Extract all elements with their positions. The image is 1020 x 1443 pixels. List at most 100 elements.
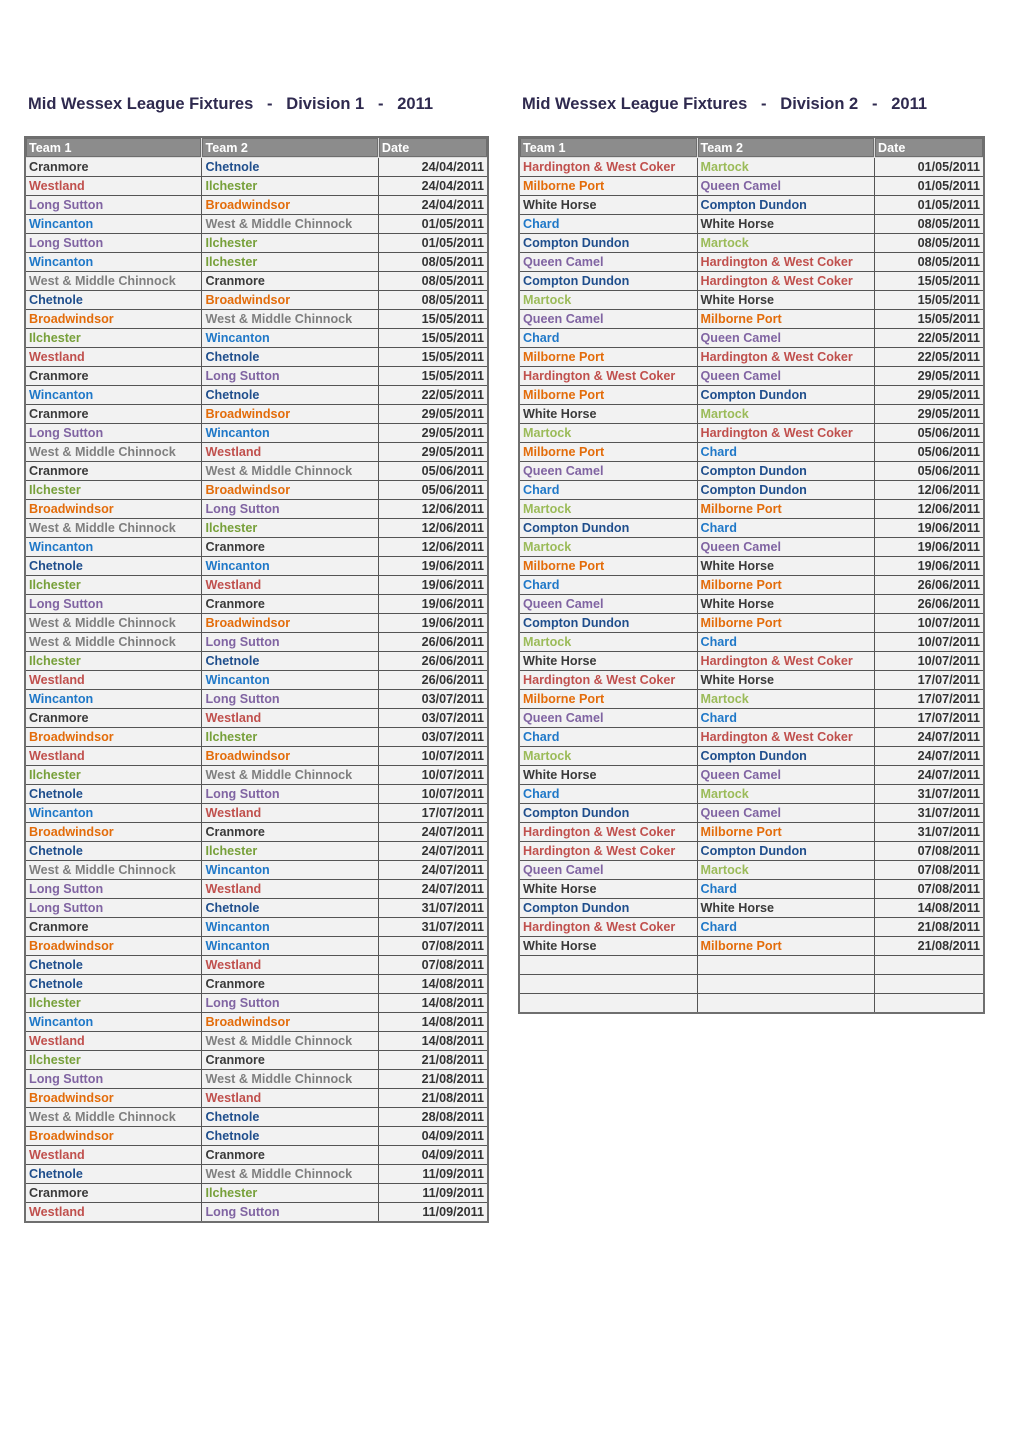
team-2-cell: Broadwindsor [201,480,379,500]
fixture-row: Compton Dundon White Horse 14/08/2011 [518,898,985,918]
team-1-cell: Milborne Port [518,176,698,196]
date-cell: 01/05/2011 [377,214,489,234]
date-cell: 24/07/2011 [377,860,489,880]
team-1-cell: Broadwindsor [24,727,203,747]
team-2-cell: Broadwindsor [201,613,379,633]
team-1-cell [518,993,698,1014]
team-1-cell: Chetnole [24,841,203,861]
fixture-row: West & Middle Chinnock Cranmore 08/05/2011 [24,271,489,291]
fixture-row: Ilchester Chetnole 26/06/2011 [24,651,489,671]
date-cell: 14/08/2011 [377,974,489,994]
team-2-cell: Cranmore [201,1050,379,1070]
team-1-cell [518,955,698,975]
team-1-cell: Queen Camel [518,860,698,880]
team-2-cell: Long Sutton [201,366,379,386]
date-cell: 29/05/2011 [874,404,985,424]
date-cell: 08/05/2011 [874,214,985,234]
date-cell: 03/07/2011 [377,708,489,728]
fixture-row: Chetnole Wincanton 19/06/2011 [24,556,489,576]
date-cell: 05/06/2011 [874,442,985,462]
team-1-cell: Chard [518,480,698,500]
team-2-cell: Wincanton [201,328,379,348]
team-2-cell: Hardington & West Coker [696,271,876,291]
team-1-cell: Compton Dundon [518,271,698,291]
date-cell [874,955,985,975]
fixture-row: Compton Dundon Martock 08/05/2011 [518,233,985,253]
fixture-row: Chetnole Cranmore 14/08/2011 [24,974,489,994]
fixture-row: Westland West & Middle Chinnock 14/08/2011 [24,1031,489,1051]
fixture-row: Long Sutton West & Middle Chinnock 21/08/2… [24,1069,489,1089]
date-cell: 26/06/2011 [874,575,985,595]
team-1-cell: Hardington & West Coker [518,157,698,177]
team-1-cell: Broadwindsor [24,822,203,842]
team-2-cell: Milborne Port [696,613,876,633]
team-1-cell: Hardington & West Coker [518,841,698,861]
team-1-cell: Cranmore [24,157,203,177]
team-1-cell: Milborne Port [518,689,698,709]
date-cell: 10/07/2011 [874,651,985,671]
fixture-row: Martock Compton Dundon 24/07/2011 [518,746,985,766]
fixture-row: Ilchester Broadwindsor 05/06/2011 [24,480,489,500]
team-1-cell: Wincanton [24,214,203,234]
date-cell: 19/06/2011 [874,537,985,557]
team-2-cell: Milborne Port [696,936,876,956]
fixture-row: Long Sutton Cranmore 19/06/2011 [24,594,489,614]
fixture-row: Chard White Horse 08/05/2011 [518,214,985,234]
fixture-row: Martock Milborne Port 12/06/2011 [518,499,985,519]
fixture-row: Wincanton West & Middle Chinnock 01/05/201… [24,214,489,234]
team-2-cell: Queen Camel [696,366,876,386]
team-1-cell: Ilchester [24,480,203,500]
date-cell: 07/08/2011 [377,936,489,956]
team-2-cell: Queen Camel [696,537,876,557]
fixture-row: Wincanton Cranmore 12/06/2011 [24,537,489,557]
date-cell: 26/06/2011 [377,670,489,690]
fixture-row: Westland Wincanton 26/06/2011 [24,670,489,690]
date-cell: 26/06/2011 [377,651,489,671]
team-1-cell: Hardington & West Coker [518,822,698,842]
fixture-row: Wincanton Chetnole 22/05/2011 [24,385,489,405]
team-2-cell: Wincanton [201,860,379,880]
team-1-cell: West & Middle Chinnock [24,632,203,652]
date-cell: 31/07/2011 [874,803,985,823]
date-cell: 17/07/2011 [377,803,489,823]
date-cell: 22/05/2011 [874,328,985,348]
team-1-cell: Long Sutton [24,879,203,899]
date-cell: 11/09/2011 [377,1183,489,1203]
division-2-table-body: Hardington & West Coker Martock 01/05/2011… [518,157,985,1014]
fixture-row: Long Sutton Westland 24/07/2011 [24,879,489,899]
date-cell: 12/06/2011 [874,480,985,500]
date-cell: 21/08/2011 [377,1050,489,1070]
fixture-row: Wincanton Westland 17/07/2011 [24,803,489,823]
date-cell: 21/08/2011 [377,1069,489,1089]
team-2-cell: Chard [696,632,876,652]
team-1-cell: Hardington & West Coker [518,366,698,386]
team-2-cell: Wincanton [201,670,379,690]
date-cell: 24/07/2011 [874,746,985,766]
team-1-cell: Westland [24,176,203,196]
team-2-cell: Long Sutton [201,1202,379,1223]
date-cell: 21/08/2011 [874,936,985,956]
team-2-cell: Compton Dundon [696,746,876,766]
fixture-row: White Horse Milborne Port 21/08/2011 [518,936,985,956]
team-1-cell [518,974,698,994]
team-1-cell: Chetnole [24,784,203,804]
date-cell: 15/05/2011 [874,309,985,329]
team-1-cell: Westland [24,1145,203,1165]
fixture-row: White Horse Queen Camel 24/07/2011 [518,765,985,785]
date-cell: 24/04/2011 [377,157,489,177]
fixture-row: Cranmore Wincanton 31/07/2011 [24,917,489,937]
team-1-cell: Long Sutton [24,898,203,918]
date-cell: 19/06/2011 [377,613,489,633]
date-cell: 19/06/2011 [874,556,985,576]
team-2-cell: White Horse [696,556,876,576]
fixture-row: Cranmore Broadwindsor 29/05/2011 [24,404,489,424]
team-1-cell: Milborne Port [518,556,698,576]
team-1-cell: Martock [518,632,698,652]
team-1-cell: Martock [518,746,698,766]
team-1-cell: West & Middle Chinnock [24,518,203,538]
team-1-cell: Queen Camel [518,252,698,272]
team-2-cell [696,993,876,1014]
date-cell: 01/05/2011 [874,157,985,177]
team-1-cell: Long Sutton [24,233,203,253]
fixture-row: Broadwindsor Chetnole 04/09/2011 [24,1126,489,1146]
